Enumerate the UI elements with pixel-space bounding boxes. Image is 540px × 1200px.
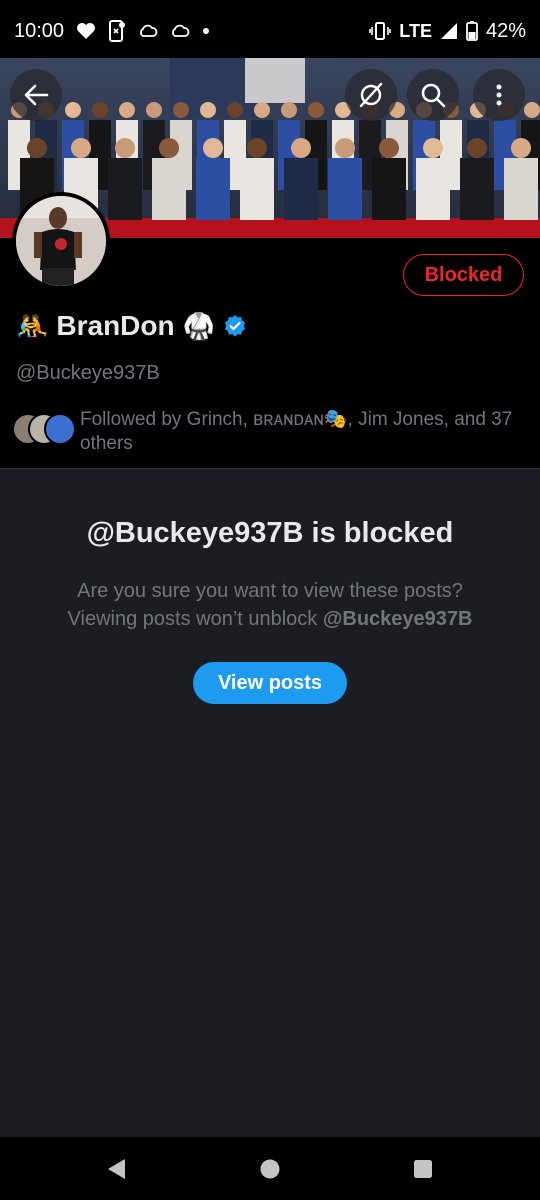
blocked-notice-panel: @Buckeye937B is blocked Are you sure you…	[0, 469, 540, 1137]
nav-recents-button[interactable]	[407, 1153, 439, 1185]
profile-avatar[interactable]	[12, 192, 110, 290]
blocked-message: Are you sure you want to view these post…	[0, 577, 540, 633]
cloud-icon	[138, 23, 158, 39]
avatar-photo	[16, 196, 106, 286]
blocked-message-line2: Viewing posts won’t unblock @Buckeye937B	[0, 605, 540, 633]
more-button[interactable]	[473, 69, 525, 121]
display-name: BranDon	[56, 310, 175, 341]
arrow-left-icon	[24, 84, 49, 106]
follower-avatar	[44, 413, 76, 445]
network-type: LTE	[399, 20, 432, 41]
follower-avatars	[12, 413, 76, 445]
clock: 10:00	[14, 19, 65, 42]
wrestling-emoji: 🤼	[16, 310, 49, 341]
home-circle-icon	[260, 1159, 280, 1179]
more-vertical-icon	[496, 84, 502, 106]
verified-badge-icon	[224, 315, 246, 337]
profile-name-row: 🤼 BranDon 🥋	[16, 310, 247, 342]
search-icon	[421, 83, 446, 108]
followed-by-text: Followed by Grinch, ʙʀᴀɴᴅᴀɴ🎭, Jim Jones,…	[80, 409, 513, 454]
profile-handle: @Buckeye937B	[16, 362, 160, 384]
blocked-message-line1: Are you sure you want to view these post…	[77, 580, 463, 602]
heart-icon	[76, 22, 96, 40]
search-button[interactable]	[407, 69, 459, 121]
system-nav-bar	[0, 1137, 540, 1200]
blocked-message-prefix: Viewing posts won’t unblock	[67, 608, 323, 630]
nav-back-button[interactable]	[100, 1153, 132, 1185]
blocked-message-handle: @Buckeye937B	[322, 608, 473, 630]
grok-icon	[359, 82, 383, 108]
recents-square-icon	[414, 1160, 432, 1178]
back-button[interactable]	[10, 69, 62, 121]
martial-arts-uniform-emoji: 🥋	[182, 310, 215, 341]
status-bar: 10:00 LTE 42%	[0, 0, 540, 62]
signal-icon	[440, 22, 458, 40]
battery-icon	[466, 21, 478, 41]
blocked-title: @Buckeye937B is blocked	[86, 517, 454, 549]
nav-home-button[interactable]	[254, 1153, 286, 1185]
view-posts-button[interactable]: View posts	[193, 662, 347, 704]
cloud-icon	[170, 23, 190, 39]
back-triangle-icon	[108, 1159, 125, 1179]
followed-by-row[interactable]: Followed by Grinch, ʙʀᴀɴᴅᴀɴ🎭, Jim Jones,…	[12, 408, 527, 456]
vibrate-icon	[369, 21, 392, 41]
dot-icon	[202, 27, 210, 35]
battery-level: 42%	[485, 19, 526, 42]
grok-button[interactable]	[345, 69, 397, 121]
blocked-button[interactable]: Blocked	[403, 254, 524, 296]
phone-notification-icon	[108, 20, 126, 42]
